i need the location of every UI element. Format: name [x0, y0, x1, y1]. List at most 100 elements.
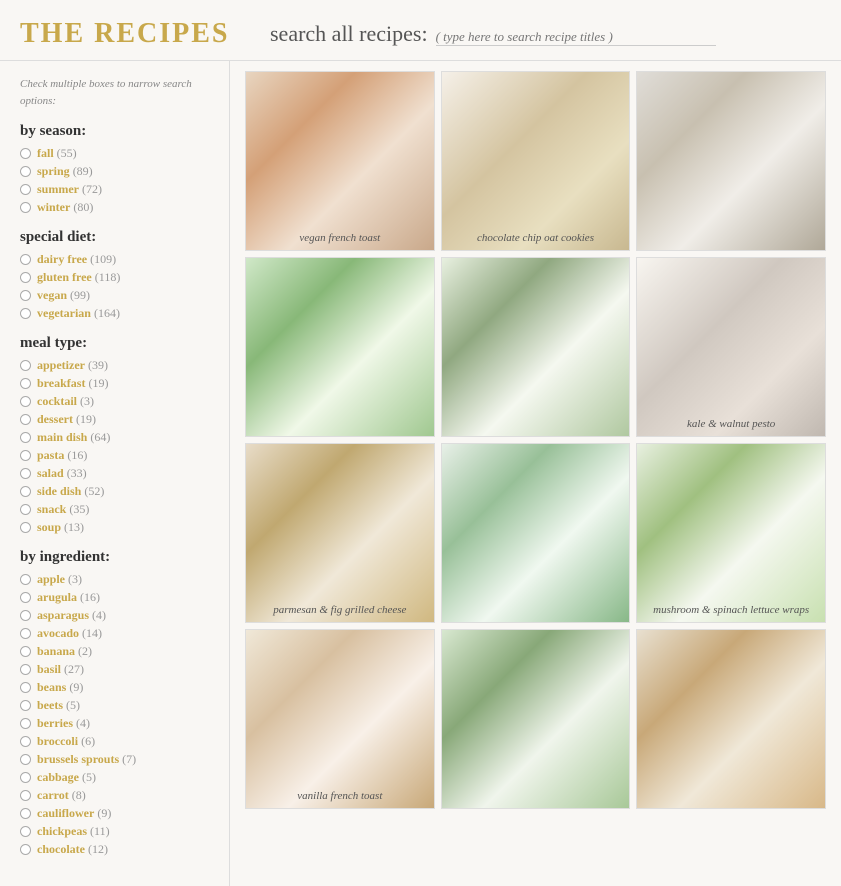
filter-radio-vegetarian[interactable]: [20, 308, 31, 319]
filter-radio-spring[interactable]: [20, 166, 31, 177]
filter-item-apple[interactable]: apple (3): [20, 572, 209, 587]
filter-label-breakfast: breakfast (19): [37, 376, 108, 391]
filter-radio-summer[interactable]: [20, 184, 31, 195]
filter-item-berries[interactable]: berries (4): [20, 716, 209, 731]
search-label: search all recipes:: [270, 21, 428, 47]
filter-label-brussels-sprouts: brussels sprouts (7): [37, 752, 136, 767]
recipe-card-12[interactable]: [636, 629, 826, 809]
recipe-card-2[interactable]: chocolate chip oat cookies: [441, 71, 631, 251]
recipe-card-4[interactable]: [245, 257, 435, 437]
recipe-card-8[interactable]: [441, 443, 631, 623]
filter-item-fall[interactable]: fall (55): [20, 146, 209, 161]
filter-radio-main-dish[interactable]: [20, 432, 31, 443]
filter-item-dessert[interactable]: dessert (19): [20, 412, 209, 427]
filter-radio-appetizer[interactable]: [20, 360, 31, 371]
recipe-card-11[interactable]: [441, 629, 631, 809]
filter-radio-breakfast[interactable]: [20, 378, 31, 389]
recipe-card-7[interactable]: parmesan & fig grilled cheese: [245, 443, 435, 623]
recipe-label-6: kale & walnut pesto: [637, 418, 825, 430]
filter-radio-fall[interactable]: [20, 148, 31, 159]
filter-radio-soup[interactable]: [20, 522, 31, 533]
recipe-label-10: vanilla french toast: [246, 790, 434, 802]
filter-item-cauliflower[interactable]: cauliflower (9): [20, 806, 209, 821]
recipe-card-6[interactable]: kale & walnut pesto: [636, 257, 826, 437]
filter-label-pasta: pasta (16): [37, 448, 87, 463]
filter-item-basil[interactable]: basil (27): [20, 662, 209, 677]
filter-item-pasta[interactable]: pasta (16): [20, 448, 209, 463]
filter-label-beans: beans (9): [37, 680, 83, 695]
recipe-card-1[interactable]: vegan french toast: [245, 71, 435, 251]
filter-heading-diet: special diet:: [20, 229, 209, 246]
filter-radio-arugula[interactable]: [20, 592, 31, 603]
filter-item-spring[interactable]: spring (89): [20, 164, 209, 179]
recipe-label-1: vegan french toast: [246, 232, 434, 244]
filter-item-side-dish[interactable]: side dish (52): [20, 484, 209, 499]
filter-label-vegan: vegan (99): [37, 288, 90, 303]
filter-item-main-dish[interactable]: main dish (64): [20, 430, 209, 445]
filter-radio-winter[interactable]: [20, 202, 31, 213]
filter-item-chocolate[interactable]: chocolate (12): [20, 842, 209, 857]
filter-label-arugula: arugula (16): [37, 590, 100, 605]
filter-label-chocolate: chocolate (12): [37, 842, 108, 857]
recipe-card-3[interactable]: [636, 71, 826, 251]
filter-item-vegetarian[interactable]: vegetarian (164): [20, 306, 209, 321]
filter-radio-beans[interactable]: [20, 682, 31, 693]
filter-radio-carrot[interactable]: [20, 790, 31, 801]
filter-radio-vegan[interactable]: [20, 290, 31, 301]
filter-radio-salad[interactable]: [20, 468, 31, 479]
filter-radio-pasta[interactable]: [20, 450, 31, 461]
filter-radio-asparagus[interactable]: [20, 610, 31, 621]
recipe-card-5[interactable]: [441, 257, 631, 437]
filter-radio-cocktail[interactable]: [20, 396, 31, 407]
filter-radio-gluten-free[interactable]: [20, 272, 31, 283]
recipe-card-9[interactable]: mushroom & spinach lettuce wraps: [636, 443, 826, 623]
search-input[interactable]: [436, 29, 716, 46]
filter-label-side-dish: side dish (52): [37, 484, 104, 499]
filter-radio-dairy-free[interactable]: [20, 254, 31, 265]
filter-item-avocado[interactable]: avocado (14): [20, 626, 209, 641]
filter-radio-dessert[interactable]: [20, 414, 31, 425]
filter-item-beans[interactable]: beans (9): [20, 680, 209, 695]
recipe-card-10[interactable]: vanilla french toast: [245, 629, 435, 809]
filter-radio-side-dish[interactable]: [20, 486, 31, 497]
filter-label-summer: summer (72): [37, 182, 102, 197]
filter-radio-basil[interactable]: [20, 664, 31, 675]
filter-item-salad[interactable]: salad (33): [20, 466, 209, 481]
filter-radio-berries[interactable]: [20, 718, 31, 729]
filter-item-broccoli[interactable]: broccoli (6): [20, 734, 209, 749]
filter-radio-brussels-sprouts[interactable]: [20, 754, 31, 765]
filter-label-vegetarian: vegetarian (164): [37, 306, 120, 321]
filter-radio-avocado[interactable]: [20, 628, 31, 639]
filter-item-banana[interactable]: banana (2): [20, 644, 209, 659]
filter-item-asparagus[interactable]: asparagus (4): [20, 608, 209, 623]
filter-item-brussels-sprouts[interactable]: brussels sprouts (7): [20, 752, 209, 767]
filter-item-appetizer[interactable]: appetizer (39): [20, 358, 209, 373]
filter-radio-snack[interactable]: [20, 504, 31, 515]
filter-item-carrot[interactable]: carrot (8): [20, 788, 209, 803]
filter-item-snack[interactable]: snack (35): [20, 502, 209, 517]
filter-item-soup[interactable]: soup (13): [20, 520, 209, 535]
filter-label-salad: salad (33): [37, 466, 87, 481]
filter-radio-apple[interactable]: [20, 574, 31, 585]
filter-item-gluten-free[interactable]: gluten free (118): [20, 270, 209, 285]
filter-item-chickpeas[interactable]: chickpeas (11): [20, 824, 209, 839]
filter-item-cabbage[interactable]: cabbage (5): [20, 770, 209, 785]
filter-radio-cabbage[interactable]: [20, 772, 31, 783]
filter-label-dairy-free: dairy free (109): [37, 252, 116, 267]
filter-item-arugula[interactable]: arugula (16): [20, 590, 209, 605]
filter-label-asparagus: asparagus (4): [37, 608, 106, 623]
filter-radio-beets[interactable]: [20, 700, 31, 711]
filter-item-dairy-free[interactable]: dairy free (109): [20, 252, 209, 267]
filter-radio-cauliflower[interactable]: [20, 808, 31, 819]
filter-item-cocktail[interactable]: cocktail (3): [20, 394, 209, 409]
filter-radio-banana[interactable]: [20, 646, 31, 657]
filter-radio-broccoli[interactable]: [20, 736, 31, 747]
filter-radio-chickpeas[interactable]: [20, 826, 31, 837]
filter-item-summer[interactable]: summer (72): [20, 182, 209, 197]
filter-radio-chocolate[interactable]: [20, 844, 31, 855]
filter-label-main-dish: main dish (64): [37, 430, 110, 445]
filter-item-winter[interactable]: winter (80): [20, 200, 209, 215]
filter-item-beets[interactable]: beets (5): [20, 698, 209, 713]
filter-item-vegan[interactable]: vegan (99): [20, 288, 209, 303]
filter-item-breakfast[interactable]: breakfast (19): [20, 376, 209, 391]
